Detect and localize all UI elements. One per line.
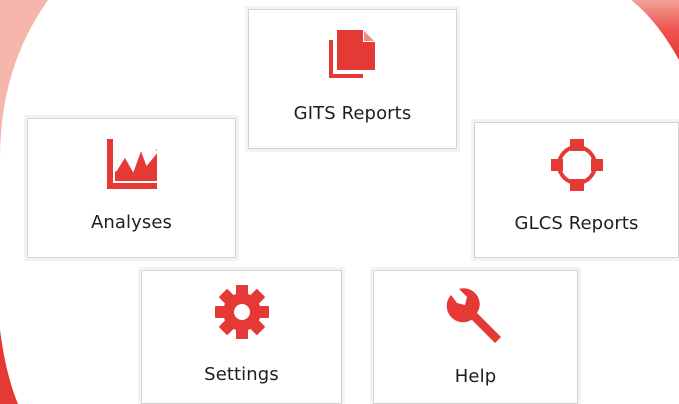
- chart-line-icon: [106, 139, 158, 189]
- settings-label: Settings: [204, 364, 279, 385]
- gear-icon: [214, 285, 269, 339]
- documents-icon: [328, 30, 375, 78]
- help-label: Help: [454, 366, 497, 387]
- help-tile[interactable]: Help: [373, 270, 578, 404]
- network-ring-icon: [550, 139, 603, 191]
- analyses-tile[interactable]: Analyses: [27, 118, 236, 258]
- glcs-reports-label: GLCS Reports: [514, 213, 639, 234]
- gits-reports-tile[interactable]: GITS Reports: [248, 9, 457, 149]
- gits-reports-label: GITS Reports: [293, 103, 412, 124]
- settings-tile[interactable]: Settings: [141, 270, 342, 404]
- wrench-icon: [446, 288, 501, 343]
- analyses-label: Analyses: [90, 212, 173, 233]
- glcs-reports-tile[interactable]: GLCS Reports: [474, 122, 679, 258]
